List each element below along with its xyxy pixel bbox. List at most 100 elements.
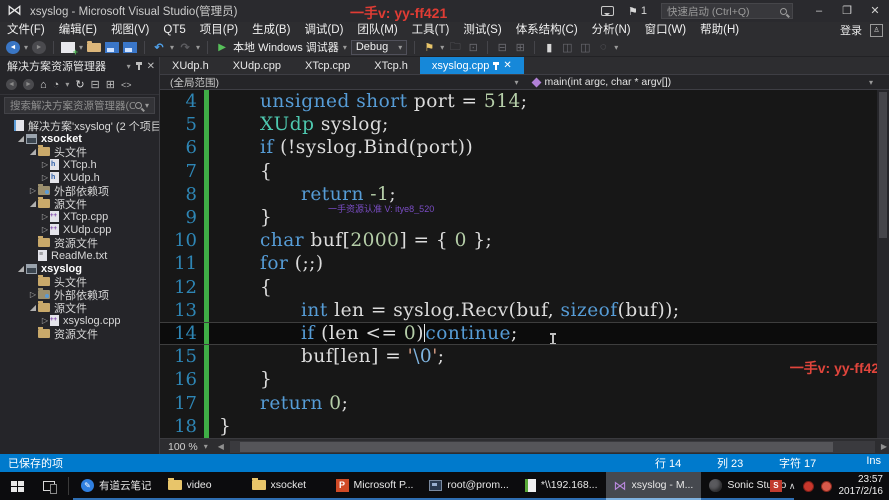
- menu-item-N[interactable]: 分析(N): [585, 22, 638, 38]
- indent-icon[interactable]: ◫: [560, 41, 574, 54]
- taskbar-item-ppt[interactable]: PMicrosoft P...: [328, 472, 422, 500]
- configuration-select[interactable]: Debug ▾: [351, 40, 407, 55]
- collapsed-arrow-icon[interactable]: ▷: [40, 173, 50, 182]
- tab-XTcp.cpp[interactable]: XTcp.cpp: [293, 57, 362, 74]
- tab-XUdp.cpp[interactable]: XUdp.cpp: [221, 57, 293, 74]
- scope-dropdown[interactable]: (全局范围) ▾: [160, 75, 527, 90]
- tree-item-[interactable]: ◢头文件: [0, 145, 159, 158]
- feedback-icon[interactable]: [601, 6, 614, 16]
- code-line-6[interactable]: 6if (!syslog.Bind(port)): [160, 136, 889, 159]
- scroll-right-arrow[interactable]: ▶: [879, 442, 889, 451]
- save-icon[interactable]: [105, 42, 119, 53]
- pin-icon[interactable]: [138, 62, 140, 70]
- outdent-icon[interactable]: ◫: [578, 41, 592, 54]
- view-code-icon[interactable]: <>: [121, 80, 132, 90]
- back-icon[interactable]: ◄: [6, 79, 17, 90]
- tray-orange-icon[interactable]: [821, 481, 832, 492]
- code-line-15[interactable]: 15buf[len] = '\0';: [160, 345, 889, 368]
- menu-item-T[interactable]: 工具(T): [405, 22, 457, 38]
- menu-item-H[interactable]: 帮助(H): [693, 22, 746, 38]
- code-line-14[interactable]: 14if (len <= 0)continue;: [160, 322, 889, 345]
- open-folder-icon[interactable]: [87, 43, 101, 52]
- code-line-10[interactable]: 10char buf[2000] = { 0 };: [160, 229, 889, 252]
- code-line-4[interactable]: 4unsigned short port = 514;: [160, 90, 889, 113]
- task-view-button[interactable]: [34, 472, 64, 500]
- collapsed-arrow-icon[interactable]: ▷: [40, 212, 50, 221]
- pending-changes-icon[interactable]: ◔: [53, 79, 60, 91]
- taskbar-item-folder[interactable]: xsocket: [244, 472, 328, 500]
- tree-item-ReadMetxt[interactable]: ReadMe.txt: [0, 249, 159, 262]
- restore-button[interactable]: ❐: [833, 0, 861, 22]
- taskbar-clock[interactable]: 23:57 2017/2/16: [839, 474, 884, 498]
- menu-item-W[interactable]: 窗口(W): [638, 22, 694, 38]
- taskbar-item-term[interactable]: root@prom...: [421, 472, 516, 500]
- menu-item-D[interactable]: 调试(D): [297, 22, 350, 38]
- expanded-arrow-icon[interactable]: ◢: [16, 264, 26, 273]
- tree-item-XTcph[interactable]: ▷XTcp.h: [0, 158, 159, 171]
- expanded-arrow-icon[interactable]: ◢: [28, 147, 38, 156]
- member-dropdown[interactable]: main(int argc, char * argv[]) ▾: [527, 76, 889, 88]
- solution-search-input[interactable]: 搜索解决方案资源管理器(Ctrl+;) ▾: [4, 97, 155, 114]
- code-line-13[interactable]: 13int len = syslog.Recv(buf, sizeof(buf)…: [160, 299, 889, 322]
- collapsed-arrow-icon[interactable]: ▷: [28, 290, 38, 299]
- horizontal-scrollbar[interactable]: [230, 441, 875, 453]
- tray-red-icon[interactable]: [803, 481, 814, 492]
- tree-item-[interactable]: ◢源文件: [0, 301, 159, 314]
- debug-target-label[interactable]: 本地 Windows 调试器: [233, 39, 339, 55]
- code-line-9[interactable]: 9}: [160, 206, 889, 229]
- taskbar-item-youdao[interactable]: ✎有道云笔记: [73, 472, 160, 500]
- new-file-dropdown[interactable]: ▾: [79, 43, 83, 52]
- zoom-select[interactable]: 100 % ▾: [160, 441, 216, 453]
- expanded-arrow-icon[interactable]: ◢: [28, 303, 38, 312]
- refresh-icon[interactable]: ↻: [75, 78, 84, 91]
- bookmark-icon[interactable]: ▮: [542, 41, 556, 54]
- menu-item-QT5[interactable]: QT5: [156, 22, 192, 38]
- redo-dropdown[interactable]: ▾: [196, 43, 200, 52]
- tab-xsyslog.cpp[interactable]: xsyslog.cpp✕: [420, 57, 524, 74]
- collapsed-arrow-icon[interactable]: ▷: [28, 186, 38, 195]
- undo-dropdown[interactable]: ▾: [170, 43, 174, 52]
- expanded-arrow-icon[interactable]: ◢: [28, 199, 38, 208]
- code-editor[interactable]: 4unsigned short port = 514;5XUdp syslog;…: [160, 90, 889, 438]
- toolbar-overflow-dropdown[interactable]: ▾: [614, 43, 618, 52]
- new-file-icon[interactable]: [61, 42, 75, 53]
- menu-item-S[interactable]: 测试(S): [456, 22, 508, 38]
- code-line-16[interactable]: 16}: [160, 368, 889, 391]
- code-line-11[interactable]: 11for (;;): [160, 252, 889, 275]
- navigate-forward-icon[interactable]: ►: [32, 41, 46, 54]
- filter-dropdown[interactable]: ▾: [65, 80, 69, 89]
- tray-expand-icon[interactable]: ∧: [789, 481, 796, 492]
- menu-item-E[interactable]: 编辑(E): [52, 22, 104, 38]
- collapsed-arrow-icon[interactable]: ▷: [40, 225, 50, 234]
- vertical-scrollbar[interactable]: [877, 90, 889, 438]
- home-icon[interactable]: ⌂: [40, 79, 47, 91]
- avatar[interactable]: ♙: [870, 24, 883, 37]
- menu-item-C[interactable]: 体系结构(C): [509, 22, 585, 38]
- notifications-flag[interactable]: ⚑ 1: [628, 5, 647, 18]
- menu-item-F[interactable]: 文件(F): [0, 22, 52, 38]
- close-panel-icon[interactable]: ✕: [147, 61, 155, 72]
- code-line-18[interactable]: 18}: [160, 415, 889, 438]
- tree-item-[interactable]: ◢源文件: [0, 197, 159, 210]
- redo-icon[interactable]: ↷: [178, 41, 192, 54]
- taskbar-item-vs[interactable]: ⋈xsyslog - M...: [606, 472, 702, 500]
- start-debug-icon[interactable]: ▶: [215, 42, 229, 53]
- debug-target-dropdown[interactable]: ▾: [343, 43, 347, 52]
- menu-item-B[interactable]: 生成(B): [245, 22, 297, 38]
- start-button[interactable]: [0, 472, 34, 500]
- undo-icon[interactable]: ↶: [152, 41, 166, 54]
- horizontal-scrollbar-thumb[interactable]: [240, 442, 833, 452]
- menu-item-V[interactable]: 视图(V): [104, 22, 156, 38]
- forward-icon[interactable]: ►: [23, 79, 34, 90]
- code-line-17[interactable]: 17return 0;: [160, 391, 889, 414]
- step-over-icon[interactable]: ⊡: [466, 41, 480, 54]
- taskbar-item-edit[interactable]: *\\192.168...: [517, 472, 606, 500]
- taskbar-item-folder[interactable]: video: [160, 472, 244, 500]
- scroll-left-arrow[interactable]: ◀: [216, 442, 226, 451]
- code-line-7[interactable]: 7{: [160, 160, 889, 183]
- navigate-back-dropdown[interactable]: ▾: [24, 43, 28, 52]
- code-line-12[interactable]: 12{: [160, 276, 889, 299]
- navigate-back-icon[interactable]: ◄: [6, 41, 20, 54]
- tab-XUdp.h[interactable]: XUdp.h: [160, 57, 221, 74]
- tree-item-xsyslog2[interactable]: 解决方案'xsyslog' (2 个项目): [0, 119, 159, 132]
